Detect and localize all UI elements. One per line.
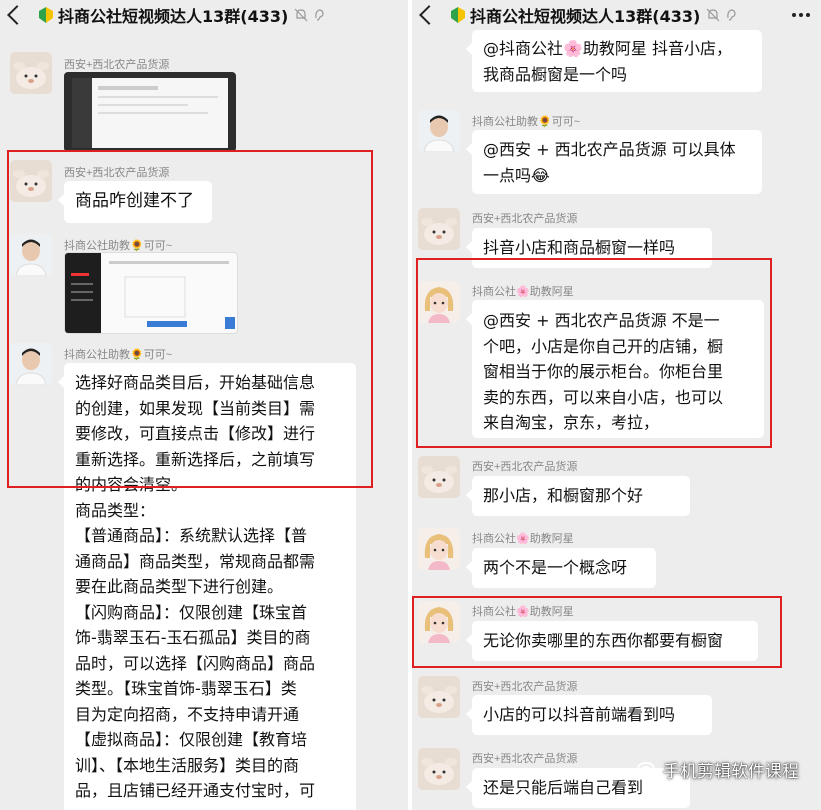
image-message[interactable]	[64, 72, 236, 152]
text-line: 【普通商品】：系统默认选择【普	[75, 526, 308, 545]
avatar[interactable]	[418, 456, 460, 498]
avatar-image	[418, 676, 460, 718]
sender-name: 抖商公社助教🌻可可~	[472, 116, 581, 128]
message-bubble[interactable]: 两个不是一个概念呀	[466, 548, 656, 588]
screenshot-thumbnail	[72, 78, 228, 148]
text-line: 【闪购商品】：仅限创建【珠宝首	[75, 602, 308, 622]
chat-panel-right: 抖商公社短视频达人13群(433) @抖商公社🌸助教阿星 抖音小店， 我商品橱窗…	[412, 0, 821, 810]
newbie-badge-icon	[451, 7, 465, 23]
text-line: 饰-翡翠玉石-玉石孤品】类目的商	[75, 628, 311, 647]
text-line: @抖商公社🌸助教阿星 抖音小店，	[483, 39, 733, 58]
sender-name: 西安+西北农产品货源	[64, 59, 170, 71]
chat-title: 抖商公社短视频达人13群(433)	[470, 7, 701, 26]
avatar[interactable]	[10, 52, 52, 94]
text-line: @西安 + 西北农产品货源 可以具体	[483, 140, 736, 159]
text-line: 品时，可以选择【闪购商品】商品	[75, 653, 316, 673]
chat-header: 抖商公社短视频达人13群(433)	[0, 0, 408, 30]
text-line: 类型。【珠宝首饰-翡翠玉石】类	[75, 679, 297, 698]
mute-bell-icon	[706, 8, 720, 22]
back-arrow-icon[interactable]	[419, 5, 439, 25]
text-line: 品，且店铺已经开通支付宝时，可	[75, 781, 316, 800]
chat-header: 抖商公社短视频达人13群(433)	[412, 0, 821, 30]
text-line: 商品类型：	[75, 500, 156, 520]
sender-name: 西安+西北农产品货源	[472, 753, 578, 765]
text-line: 训】、【本地生活服务】类目的商	[75, 755, 300, 775]
highlight-box	[416, 258, 772, 448]
sender-name: 抖商公社🌸助教阿星	[472, 533, 574, 545]
avatar-image	[418, 528, 460, 570]
ear-icon	[727, 9, 736, 21]
avatar[interactable]	[418, 676, 460, 718]
avatar-image	[418, 208, 460, 250]
message-bubble[interactable]: @抖商公社🌸助教阿星 抖音小店， 我商品橱窗是一个吗	[466, 30, 762, 92]
wechat-channel-icon	[637, 761, 656, 778]
avatar-image	[10, 52, 52, 94]
avatar-image	[418, 456, 460, 498]
text-line: 【虚拟商品】：仅限创建【教育培	[75, 730, 308, 749]
avatar-image	[418, 110, 460, 152]
message-bubble[interactable]: @西安 + 西北农产品货源 可以具体 一点吗😂	[466, 130, 762, 194]
text-line: 通商品】商品类型，常规商品都需	[75, 551, 316, 571]
sender-name: 西安+西北农产品货源	[472, 213, 578, 225]
more-options-icon[interactable]	[791, 7, 811, 23]
chat-title: 抖商公社短视频达人13群(433)	[58, 7, 289, 26]
avatar[interactable]	[418, 528, 460, 570]
watermark-text: 手机剪辑软件课程	[663, 762, 799, 781]
message-bubble[interactable]: 小店的可以抖音前端看到吗	[466, 695, 712, 735]
text-line: 要在此商品类型下进行创建。	[75, 577, 284, 596]
text-line: 我商品橱窗是一个吗	[483, 64, 628, 84]
watermark: 手机剪辑软件课程	[635, 757, 799, 782]
highlight-box	[7, 150, 373, 488]
chat-panel-left: 抖商公社短视频达人13群(433) 西安+西北农产品货源 西安+西北农产品货源 …	[0, 0, 408, 810]
back-arrow-icon[interactable]	[7, 5, 27, 25]
ear-icon	[315, 9, 324, 21]
mute-bell-icon	[294, 8, 308, 22]
avatar[interactable]	[418, 208, 460, 250]
sender-name: 西安+西北农产品货源	[472, 461, 578, 473]
newbie-badge-icon	[39, 7, 53, 23]
avatar[interactable]	[418, 110, 460, 152]
avatar[interactable]	[418, 748, 460, 790]
sender-name: 西安+西北农产品货源	[472, 681, 578, 693]
highlight-box	[412, 596, 782, 668]
text-line: 目为定向招商，不支持申请开通	[75, 704, 300, 724]
avatar-image	[418, 748, 460, 790]
text-line: 一点吗😂	[483, 165, 550, 185]
message-bubble[interactable]: 那小店，和橱窗那个好	[466, 476, 690, 516]
